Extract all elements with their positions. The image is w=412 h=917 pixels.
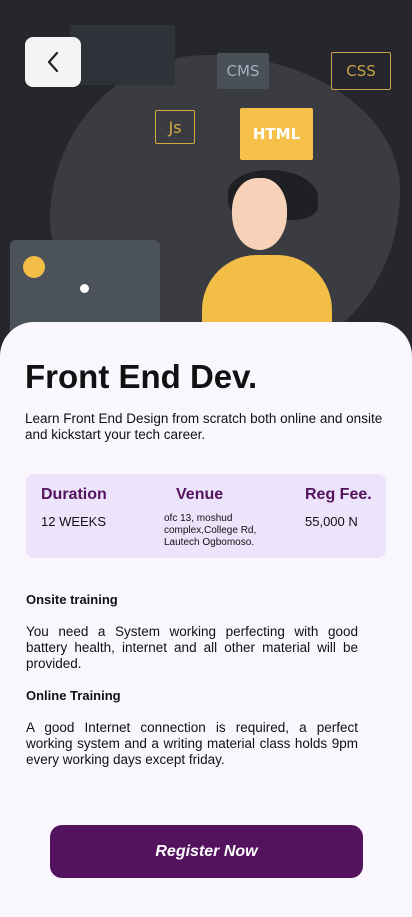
- onsite-text: You need a System working perfecting wit…: [26, 624, 358, 671]
- html-tag: HTML: [240, 108, 313, 160]
- page-title: Front End Dev.: [25, 358, 258, 395]
- back-button[interactable]: [25, 37, 81, 87]
- course-detail-card: Front End Dev. Learn Front End Design fr…: [0, 322, 412, 917]
- duration-column: Duration 12 WEEKS: [41, 486, 107, 529]
- js-tag: Js: [155, 110, 195, 144]
- register-button[interactable]: Register Now: [50, 825, 363, 878]
- fee-label: Reg Fee.: [305, 486, 372, 503]
- venue-value: ofc 13, moshud complex,College Rd, Laute…: [164, 513, 257, 548]
- css-tag: CSS: [331, 52, 391, 90]
- fee-value: 55,000 N: [305, 514, 358, 529]
- online-text: A good Internet connection is required, …: [26, 720, 358, 767]
- onsite-heading: Onsite training: [26, 592, 118, 607]
- lamp-icon: [23, 256, 45, 278]
- venue-column: Venue ofc 13, moshud complex,College Rd,…: [164, 486, 279, 549]
- duration-value: 12 WEEKS: [41, 514, 107, 529]
- duration-label: Duration: [41, 486, 107, 503]
- shelf-decoration: [70, 25, 175, 85]
- hero-illustration: CMS CSS Js HTML: [0, 0, 412, 360]
- fee-column: Reg Fee. 55,000 N: [305, 486, 372, 529]
- person-head: [232, 178, 287, 250]
- dot-icon: [80, 284, 89, 293]
- chevron-left-icon: [47, 51, 59, 73]
- cms-tag: CMS: [217, 53, 269, 89]
- course-info-box: Duration 12 WEEKS Venue ofc 13, moshud c…: [26, 474, 386, 558]
- course-description: Learn Front End Design from scratch both…: [25, 411, 383, 442]
- online-heading: Online Training: [26, 688, 121, 703]
- venue-label: Venue: [176, 486, 224, 503]
